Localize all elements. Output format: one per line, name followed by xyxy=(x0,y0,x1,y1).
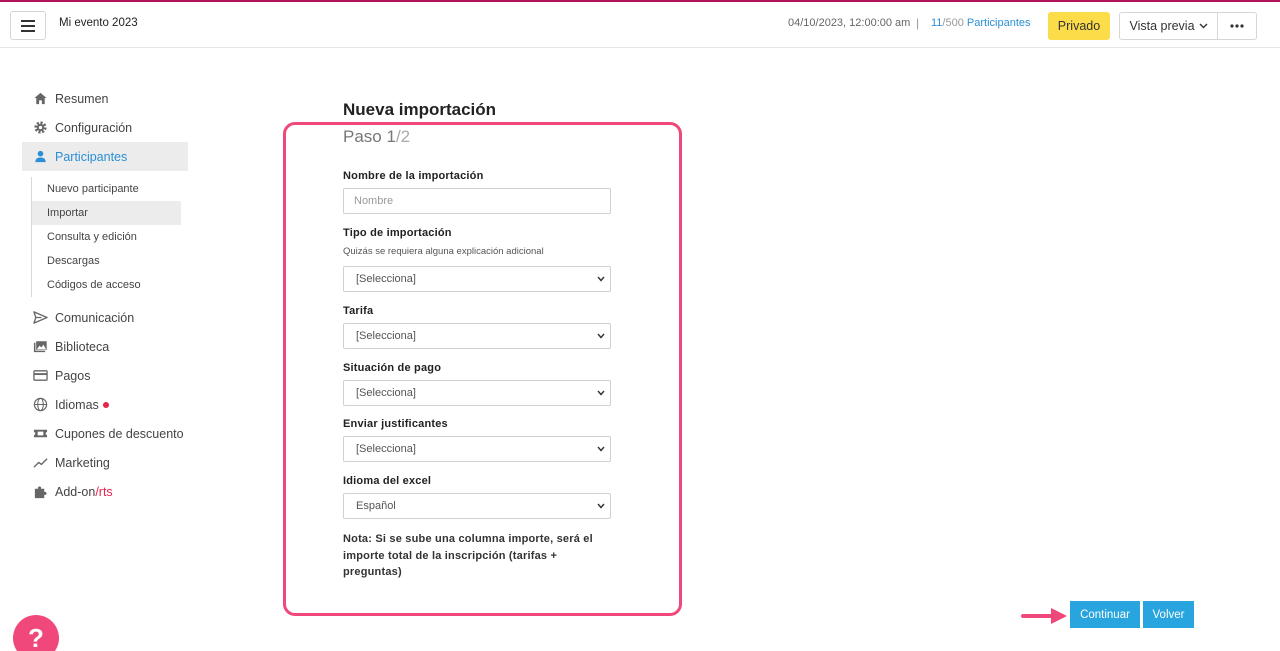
sidebar-item-payments[interactable]: Pagos xyxy=(22,361,188,390)
import-type-value: [Selecciona] xyxy=(356,273,416,285)
notification-dot xyxy=(102,401,109,408)
menu-button[interactable] xyxy=(10,11,46,40)
sidebar-item-communication[interactable]: Comunicación xyxy=(22,303,188,332)
payment-status-value: [Selecciona] xyxy=(356,387,416,399)
preview-button[interactable]: Vista previa xyxy=(1119,12,1218,40)
question-mark-icon: ? xyxy=(28,622,44,651)
sidebar-subitem-access-codes[interactable]: Códigos de acceso xyxy=(32,273,181,297)
credit-card-icon xyxy=(32,368,48,384)
rate-select[interactable]: [Selecciona] xyxy=(343,323,611,349)
excel-language-value: Español xyxy=(356,500,396,512)
send-receipts-select[interactable]: [Selecciona] xyxy=(343,436,611,462)
excel-language-select[interactable]: Español xyxy=(343,493,611,519)
sidebar-item-configuration[interactable]: Configuración xyxy=(22,113,188,142)
step-current: Paso 1 xyxy=(343,127,396,146)
sidebar-subitem-import[interactable]: Importar xyxy=(32,201,181,225)
chevron-down-icon xyxy=(597,390,605,396)
ellipsis-icon xyxy=(1230,24,1244,28)
import-note: Nota: Si se sube una columna importe, se… xyxy=(343,533,593,578)
top-bar: Mi evento 2023 04/10/2023, 12:00:00 am |… xyxy=(0,0,1280,48)
globe-icon xyxy=(32,397,48,413)
sidebar-item-label: Comunicación xyxy=(55,310,135,325)
preview-button-label: Vista previa xyxy=(1129,19,1195,33)
arrow-right-icon xyxy=(1021,608,1067,624)
sidebar-item-label: Add-on xyxy=(55,484,96,499)
more-options-button[interactable] xyxy=(1217,12,1257,40)
send-receipts-label: Enviar justificantes xyxy=(343,418,448,430)
chevron-down-icon xyxy=(597,276,605,282)
chevron-down-icon xyxy=(597,503,605,509)
puzzle-icon xyxy=(32,484,48,500)
import-name-label: Nombre de la importación xyxy=(343,170,484,182)
sidebar-subitem-downloads[interactable]: Descargas xyxy=(32,249,181,273)
import-type-select[interactable]: [Selecciona] xyxy=(343,266,611,292)
import-type-help: Quizás se requiera alguna explicación ad… xyxy=(343,246,544,257)
sidebar-item-label: Resumen xyxy=(55,91,109,106)
sidebar-item-label: Biblioteca xyxy=(55,339,110,354)
participant-count-current: 11 xyxy=(931,17,943,29)
sidebar-item-label: Cupones de descuento xyxy=(55,426,184,441)
home-icon xyxy=(32,91,48,107)
participants-submenu: Nuevo participante Importar Consulta y e… xyxy=(31,177,188,297)
sidebar-item-participants[interactable]: Participantes xyxy=(22,142,188,171)
sidebar-item-coupons[interactable]: Cupones de descuento xyxy=(22,419,188,448)
send-icon xyxy=(32,310,48,326)
import-type-label: Tipo de importación xyxy=(343,227,452,239)
sidebar-subitem-query-edit[interactable]: Consulta y edición xyxy=(32,225,181,249)
sidebar-item-marketing[interactable]: Marketing xyxy=(22,448,188,477)
participant-count-total: /500 xyxy=(942,17,964,29)
chevron-down-icon xyxy=(597,446,605,452)
participant-count[interactable]: 11/500 Participantes xyxy=(931,17,1031,29)
sidebar-item-languages[interactable]: Idiomas xyxy=(22,390,188,419)
participant-count-label: Participantes xyxy=(963,17,1031,29)
images-icon xyxy=(32,339,48,355)
chevron-down-icon xyxy=(597,333,605,339)
chevron-down-icon xyxy=(1199,23,1208,29)
sidebar-item-label: Pagos xyxy=(55,368,91,383)
step-indicator: Paso 1/2 xyxy=(343,127,410,147)
addon-suffix: /rts xyxy=(95,484,113,499)
private-button[interactable]: Privado xyxy=(1048,12,1110,40)
excel-language-label: Idioma del excel xyxy=(343,475,432,487)
continue-button[interactable]: Continuar xyxy=(1070,601,1140,628)
payment-status-label: Situación de pago xyxy=(343,362,442,374)
chart-line-icon xyxy=(32,455,48,471)
sidebar-item-label: Idiomas xyxy=(55,397,99,412)
event-date: 04/10/2023, 12:00:00 am xyxy=(788,17,911,29)
sidebar-item-summary[interactable]: Resumen xyxy=(22,84,188,113)
sidebar-item-label: Participantes xyxy=(55,149,128,164)
sidebar-item-library[interactable]: Biblioteca xyxy=(22,332,188,361)
rate-label: Tarifa xyxy=(343,305,374,317)
send-receipts-value: [Selecciona] xyxy=(356,443,416,455)
hamburger-icon xyxy=(21,19,35,32)
sidebar-item-label: Marketing xyxy=(55,455,110,470)
event-name: Mi evento 2023 xyxy=(59,17,138,29)
gear-icon xyxy=(32,120,48,136)
page-title: Nueva importación xyxy=(343,100,497,119)
step-total: /2 xyxy=(395,127,411,146)
header-separator: | xyxy=(916,16,920,30)
sidebar: Resumen Configuración Participantes Nuev… xyxy=(22,84,188,506)
help-button[interactable]: ? xyxy=(13,615,59,651)
ticket-icon xyxy=(32,426,48,442)
user-icon xyxy=(32,149,48,165)
sidebar-item-addons[interactable]: Add-on/rts xyxy=(22,477,188,506)
payment-status-select[interactable]: [Selecciona] xyxy=(343,380,611,406)
import-name-input[interactable]: Nombre xyxy=(343,188,611,214)
sidebar-subitem-new-participant[interactable]: Nuevo participante xyxy=(32,177,181,201)
sidebar-item-label: Configuración xyxy=(55,120,133,135)
rate-value: [Selecciona] xyxy=(356,330,416,342)
back-button[interactable]: Volver xyxy=(1143,601,1194,628)
